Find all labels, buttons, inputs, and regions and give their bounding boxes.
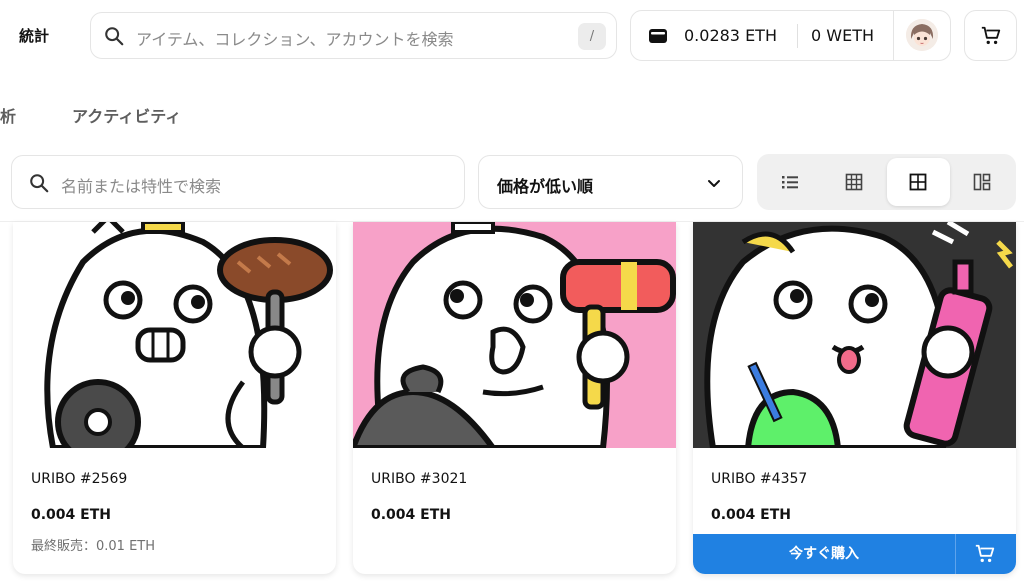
buy-now-button[interactable]: 今すぐ購入 bbox=[693, 534, 955, 574]
chevron-down-icon bbox=[708, 180, 720, 187]
nft-last-sale: 最終販売：0.01 ETH bbox=[31, 539, 156, 554]
grid-large-icon bbox=[845, 173, 863, 191]
tab-analytics[interactable]: 析 bbox=[0, 103, 16, 127]
add-to-cart-button[interactable] bbox=[956, 534, 1016, 574]
search-icon bbox=[105, 27, 124, 46]
stats-link[interactable]: 統計 bbox=[19, 25, 49, 46]
sort-dropdown[interactable]: 価格が低い順 bbox=[478, 155, 743, 209]
list-view-button[interactable] bbox=[759, 158, 822, 206]
divider bbox=[893, 11, 894, 60]
nft-name: URIBO #4357 bbox=[711, 471, 808, 487]
search-shortcut-key: / bbox=[578, 23, 606, 50]
nft-price: 0.004 ETH bbox=[371, 507, 451, 523]
cart-icon bbox=[981, 26, 1001, 45]
nft-image[interactable] bbox=[13, 222, 336, 448]
wallet-balance[interactable]: 0.0283 ETH 0 WETH bbox=[630, 10, 951, 61]
grid-medium-button[interactable] bbox=[887, 158, 950, 206]
nft-card[interactable]: URIBO #3021 0.004 ETH bbox=[353, 222, 676, 574]
trait-search-input[interactable]: 名前または特性で検索 bbox=[61, 173, 221, 197]
nft-name: URIBO #3021 bbox=[371, 471, 468, 487]
sort-value: 価格が低い順 bbox=[497, 177, 594, 196]
grid-mosaic-icon bbox=[973, 173, 991, 191]
global-search-input[interactable]: アイテム、コレクション、アカウントを検索 bbox=[136, 26, 453, 50]
grid-medium-icon bbox=[909, 173, 927, 191]
nft-price: 0.004 ETH bbox=[711, 507, 791, 523]
cart-icon bbox=[975, 544, 995, 563]
nft-image[interactable] bbox=[353, 222, 676, 448]
list-view-icon bbox=[782, 176, 798, 189]
filter-bar: 名前または特性で検索 価格が低い順 bbox=[0, 150, 1024, 222]
nft-price: 0.004 ETH bbox=[31, 507, 111, 523]
nft-card[interactable]: URIBO #4357 0.004 ETH 今すぐ購入 bbox=[693, 222, 1016, 574]
nft-image[interactable] bbox=[693, 222, 1016, 448]
wallet-icon bbox=[649, 29, 667, 43]
search-icon bbox=[30, 174, 49, 193]
avatar[interactable] bbox=[906, 19, 938, 51]
weth-balance: 0 WETH bbox=[811, 26, 874, 45]
grid-large-button[interactable] bbox=[823, 158, 886, 206]
buy-bar: 今すぐ購入 bbox=[693, 534, 1016, 574]
eth-balance: 0.0283 ETH bbox=[684, 26, 777, 45]
nft-card[interactable]: URIBO #2569 0.004 ETH 最終販売：0.01 ETH bbox=[13, 222, 336, 574]
divider bbox=[797, 24, 798, 48]
grid-mosaic-button[interactable] bbox=[951, 158, 1014, 206]
view-mode-toggle bbox=[757, 154, 1016, 210]
global-search-bar[interactable]: アイテム、コレクション、アカウントを検索 / bbox=[90, 12, 617, 59]
cart-button[interactable] bbox=[964, 10, 1017, 61]
tab-activity[interactable]: アクティビティ bbox=[72, 103, 181, 127]
top-header: 統計 アイテム、コレクション、アカウントを検索 / 0.0283 ETH 0 W… bbox=[0, 0, 1024, 72]
trait-search-bar[interactable]: 名前または特性で検索 bbox=[11, 155, 465, 209]
nft-name: URIBO #2569 bbox=[31, 471, 128, 487]
